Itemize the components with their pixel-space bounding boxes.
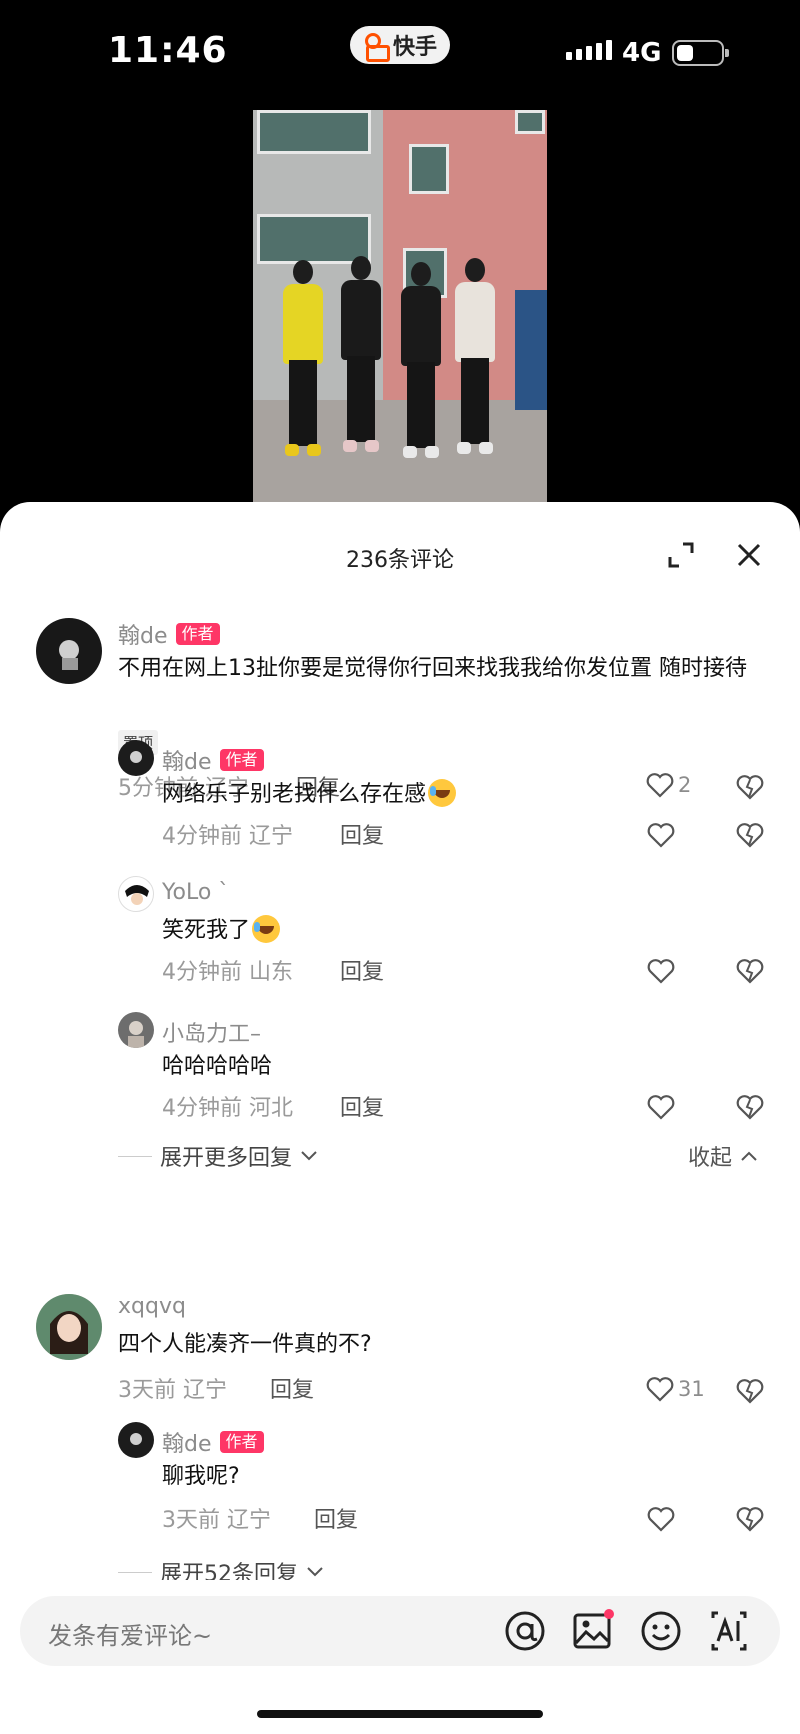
heart-icon[interactable] bbox=[647, 1506, 675, 1532]
laugh-cry-emoji-icon bbox=[428, 779, 457, 807]
avatar[interactable] bbox=[36, 618, 102, 684]
mention-icon[interactable] bbox=[502, 1608, 548, 1654]
emoji-icon[interactable] bbox=[638, 1608, 684, 1654]
comment-author[interactable]: 翰de 作者 bbox=[118, 618, 220, 650]
comment-text: 四个人能凑齐一件真的不? bbox=[118, 1332, 372, 1357]
comment-input-placeholder: 发条有爱评论~ bbox=[48, 1622, 213, 1650]
reply-button[interactable]: 回复 bbox=[340, 954, 384, 986]
like-button[interactable]: 31 bbox=[646, 1376, 705, 1402]
reply-author-name: 翰de bbox=[162, 750, 212, 775]
video-person bbox=[279, 260, 327, 470]
video-frame-window bbox=[257, 110, 371, 154]
reply-text: 哈哈哈哈哈 bbox=[162, 1054, 273, 1079]
dislike-icon[interactable] bbox=[736, 822, 764, 848]
author-badge: 作者 bbox=[219, 749, 264, 771]
image-icon[interactable] bbox=[570, 1608, 616, 1654]
chevron-up-icon bbox=[741, 1151, 757, 1161]
chevron-down-icon bbox=[307, 1567, 323, 1577]
avatar[interactable] bbox=[118, 1012, 154, 1048]
collapse-replies[interactable]: 收起 bbox=[688, 1140, 758, 1172]
video-player[interactable] bbox=[253, 110, 547, 502]
close-icon[interactable] bbox=[736, 542, 762, 568]
app-name: 快手 bbox=[392, 35, 437, 60]
comment-meta: 3天前 辽宁 bbox=[118, 1378, 227, 1403]
reply-button[interactable]: 回复 bbox=[340, 1090, 384, 1122]
divider-line bbox=[118, 1155, 152, 1157]
video-person bbox=[451, 258, 499, 468]
reply-meta: 3天前 辽宁 bbox=[162, 1508, 271, 1533]
video-person bbox=[337, 256, 385, 466]
reply-meta: 4分钟前 山东 bbox=[162, 960, 293, 985]
home-indicator[interactable] bbox=[257, 1710, 543, 1718]
comment-text: 不用在网上13扯你要是觉得你行回来找我我给你发位置 随时接待 bbox=[118, 656, 747, 681]
reply-author-name: 翰de bbox=[162, 1432, 212, 1457]
expand-more-replies[interactable]: 展开更多回复 bbox=[118, 1140, 318, 1172]
expand-icon[interactable] bbox=[668, 542, 694, 568]
heart-icon bbox=[646, 773, 674, 798]
like-count: 2 bbox=[678, 773, 692, 797]
video-frame-window bbox=[409, 144, 449, 194]
reply-author[interactable]: 小岛力工– bbox=[162, 1016, 261, 1048]
status-time: 11:46 bbox=[108, 30, 228, 71]
comment-author-name: 翰de bbox=[118, 624, 168, 649]
reply-text: 聊我呢? bbox=[162, 1464, 240, 1489]
like-count: 31 bbox=[678, 1377, 705, 1401]
reply-author[interactable]: YoLo ` bbox=[162, 880, 229, 905]
reply-text: 笑死我了 bbox=[162, 914, 281, 948]
divider-line bbox=[118, 1571, 152, 1573]
video-frame-door bbox=[515, 290, 547, 410]
author-badge: 作者 bbox=[219, 1431, 264, 1453]
status-bar: 11:46 快手 4G bbox=[0, 0, 800, 100]
reply-button[interactable]: 回复 bbox=[314, 1502, 358, 1534]
video-person bbox=[397, 262, 445, 472]
reply-author[interactable]: 翰de 作者 bbox=[162, 744, 264, 776]
avatar[interactable] bbox=[118, 740, 154, 776]
dislike-icon[interactable] bbox=[736, 1378, 764, 1404]
app-indicator[interactable]: 快手 bbox=[350, 26, 450, 64]
comment-panel-header: 236条评论 bbox=[0, 502, 800, 602]
reply-meta: 4分钟前 河北 bbox=[162, 1096, 293, 1121]
video-frame-window bbox=[515, 110, 545, 134]
reply-meta: 4分钟前 辽宁 bbox=[162, 824, 293, 849]
dislike-icon[interactable] bbox=[736, 1094, 764, 1120]
expand-more-label: 展开更多回复 bbox=[160, 1146, 293, 1171]
collapse-label: 收起 bbox=[688, 1146, 733, 1171]
dislike-icon[interactable] bbox=[736, 1506, 764, 1532]
reply-author[interactable]: 翰de 作者 bbox=[162, 1426, 264, 1458]
battery-icon bbox=[672, 40, 729, 66]
network-type: 4G bbox=[622, 38, 662, 68]
dislike-icon[interactable] bbox=[736, 958, 764, 984]
author-badge: 作者 bbox=[175, 623, 220, 645]
kuaishou-logo-icon bbox=[363, 32, 390, 62]
ai-icon[interactable] bbox=[706, 1608, 752, 1654]
signal-icon bbox=[566, 40, 612, 60]
heart-icon[interactable] bbox=[647, 1094, 675, 1120]
reply-text: 网络乐子别老找什么存在感 bbox=[162, 778, 457, 812]
heart-icon bbox=[646, 1377, 674, 1402]
avatar[interactable] bbox=[118, 1422, 154, 1458]
avatar[interactable] bbox=[36, 1294, 102, 1360]
dislike-icon[interactable] bbox=[736, 774, 764, 800]
laugh-cry-emoji-icon bbox=[252, 915, 281, 943]
comment-panel: 236条评论 翰de 作者 不用在网上13扯你要是觉得你行回来找我我给你发位置 … bbox=[0, 502, 800, 1734]
avatar[interactable] bbox=[118, 876, 154, 912]
comment-input-bar: 发条有爱评论~ bbox=[0, 1580, 800, 1734]
like-button[interactable]: 2 bbox=[646, 772, 691, 798]
chevron-down-icon bbox=[301, 1151, 317, 1161]
heart-icon[interactable] bbox=[647, 822, 675, 848]
reply-button[interactable]: 回复 bbox=[270, 1372, 314, 1404]
heart-icon[interactable] bbox=[647, 958, 675, 984]
comment-input[interactable]: 发条有爱评论~ bbox=[20, 1596, 780, 1666]
comment-author[interactable]: xqqvq bbox=[118, 1294, 186, 1319]
reply-button[interactable]: 回复 bbox=[340, 818, 384, 850]
